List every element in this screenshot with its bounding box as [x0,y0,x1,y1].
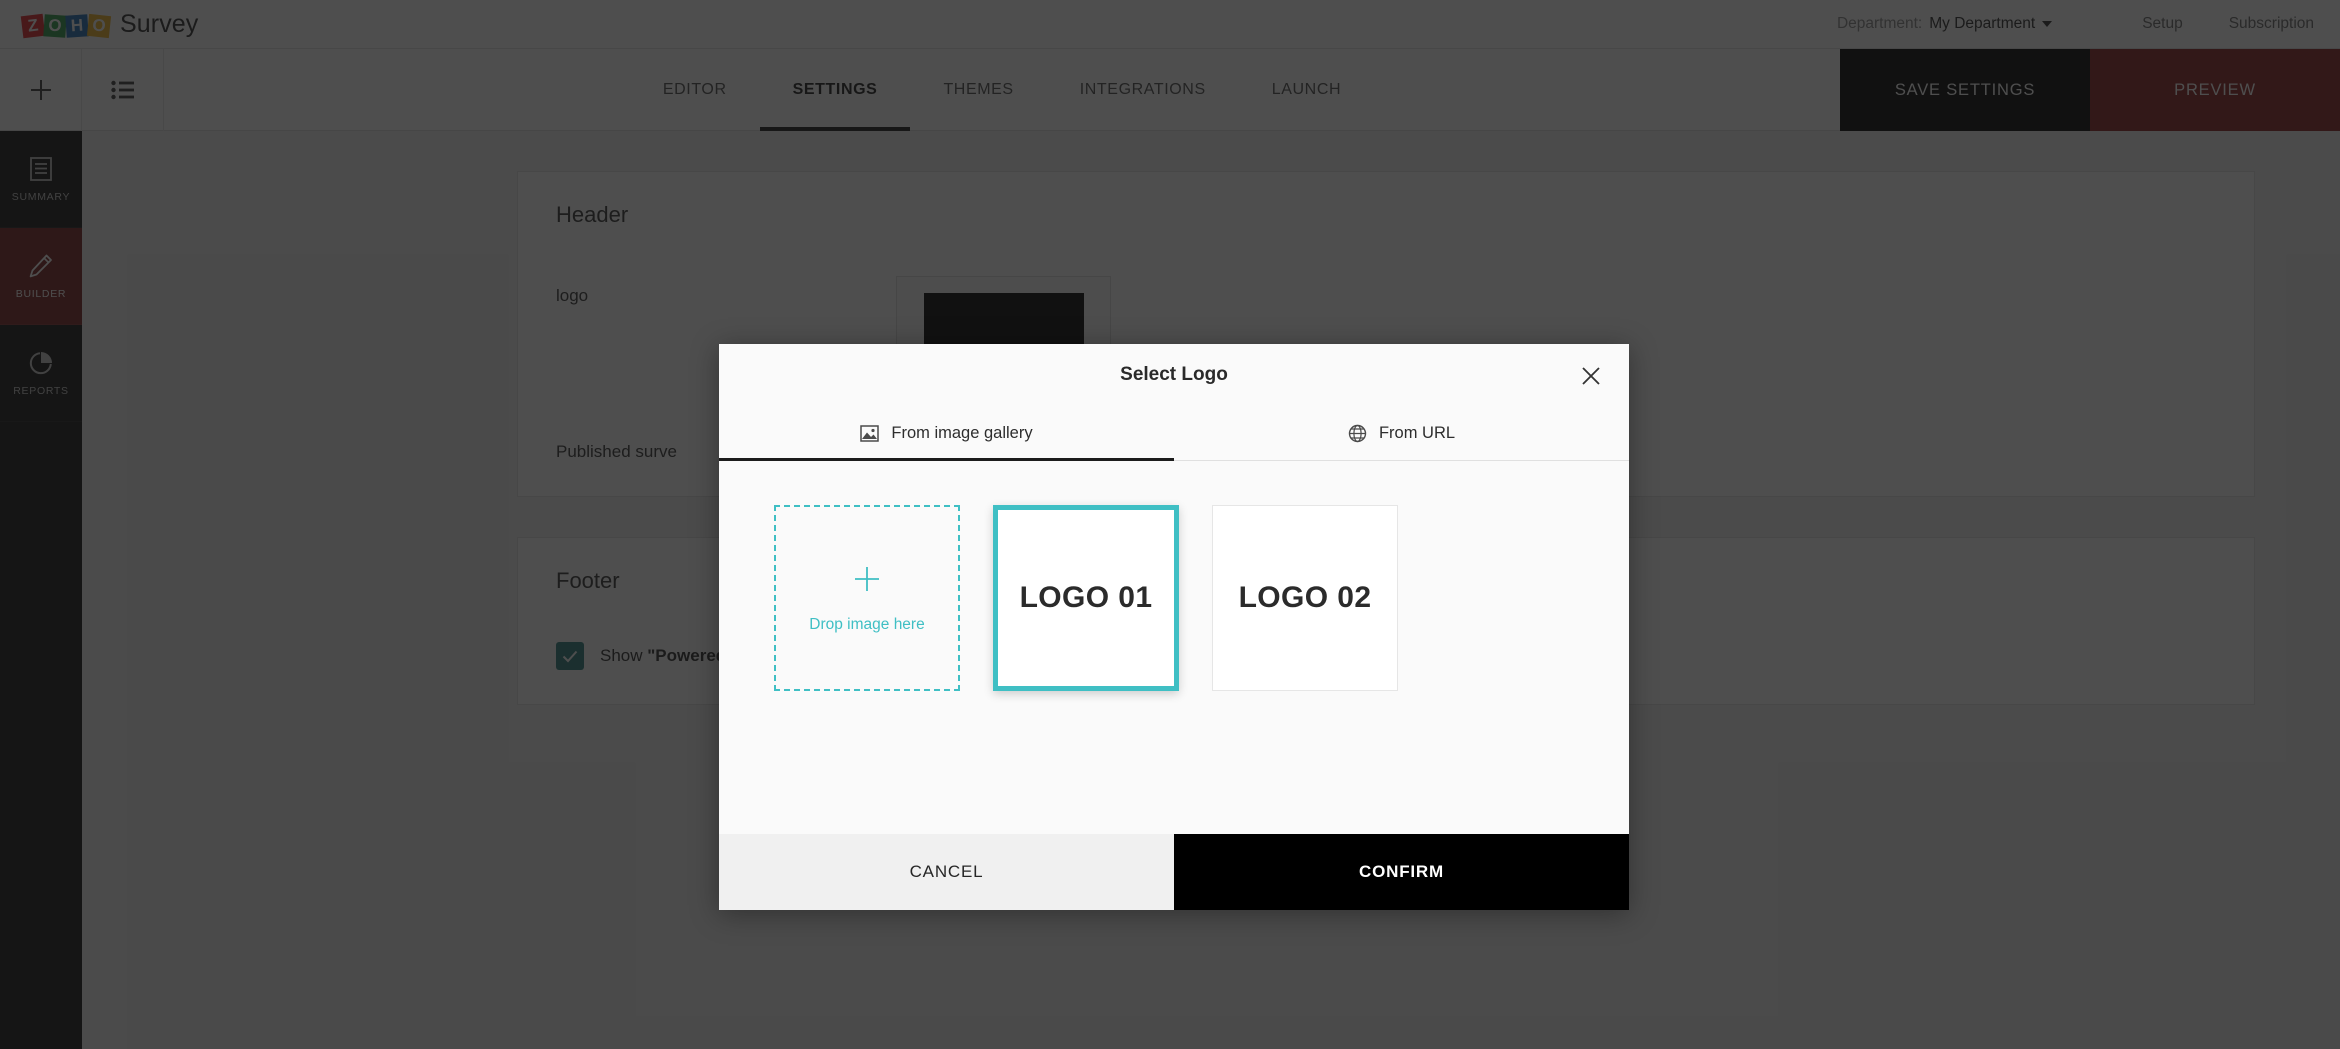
confirm-button[interactable]: CONFIRM [1174,834,1629,910]
modal-footer: CANCEL CONFIRM [719,834,1629,910]
cancel-button[interactable]: CANCEL [719,834,1174,910]
logo-card-01[interactable]: LOGO 01 [993,505,1179,691]
close-button[interactable] [1577,362,1605,390]
modal-body: Drop image here LOGO 01 LOGO 02 [719,461,1629,834]
modal-tabs: From image gallery From URL [719,406,1629,461]
dropzone[interactable]: Drop image here [774,505,960,691]
modal-title: Select Logo [1120,364,1228,385]
tab-from-url[interactable]: From URL [1174,406,1629,460]
select-logo-modal: Select Logo From image gallery From URL [719,344,1629,910]
tab-from-url-label: From URL [1378,423,1456,442]
dropzone-label: Drop image here [809,616,925,633]
modal-header: Select Logo [719,344,1629,406]
tab-from-image-gallery[interactable]: From image gallery [719,406,1174,461]
plus-icon [855,567,879,591]
logo-card-01-label: LOGO 01 [1019,581,1153,614]
tab-from-image-gallery-label: From image gallery [891,423,1033,442]
logo-card-02[interactable]: LOGO 02 [1212,505,1398,691]
logo-card-02-label: LOGO 02 [1238,581,1372,614]
close-icon [1582,367,1600,385]
image-icon [860,424,880,442]
globe-icon [1348,424,1367,442]
